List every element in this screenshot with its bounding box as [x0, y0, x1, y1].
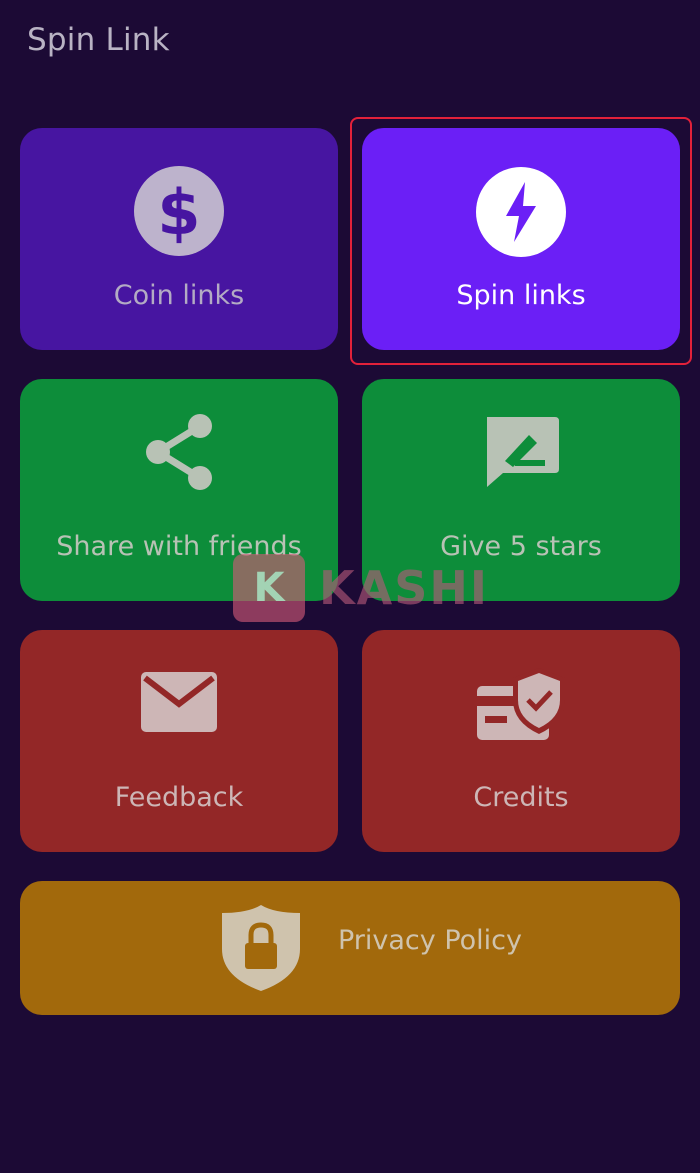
share-label: Share with friends	[56, 531, 302, 562]
spin-links-label: Spin links	[456, 280, 586, 311]
feedback-button[interactable]: Feedback	[20, 630, 338, 852]
credits-button[interactable]: Credits	[362, 630, 680, 852]
give-5-stars-label: Give 5 stars	[440, 531, 602, 562]
coin-links-button[interactable]: $ Coin links	[20, 128, 338, 350]
privacy-policy-label: Privacy Policy	[338, 925, 523, 956]
card-shield-icon	[477, 668, 565, 740]
feedback-label: Feedback	[114, 782, 244, 813]
give-5-stars-button[interactable]: Give 5 stars	[362, 379, 680, 601]
credits-label: Credits	[473, 782, 569, 813]
lightning-bolt-icon	[476, 167, 566, 257]
share-icon	[146, 414, 212, 490]
svg-text:$: $	[157, 176, 200, 249]
privacy-policy-button[interactable]: Privacy Policy	[20, 881, 680, 1015]
coin-links-label: Coin links	[113, 280, 245, 311]
share-with-friends-button[interactable]: Share with friends	[20, 379, 338, 601]
rate-feedback-icon	[487, 417, 559, 487]
shield-lock-icon	[222, 905, 300, 991]
spin-links-button[interactable]: Spin links	[362, 128, 680, 350]
app-title: Spin Link	[27, 22, 170, 58]
dollar-coin-icon: $	[134, 166, 224, 256]
mail-icon	[141, 672, 217, 732]
